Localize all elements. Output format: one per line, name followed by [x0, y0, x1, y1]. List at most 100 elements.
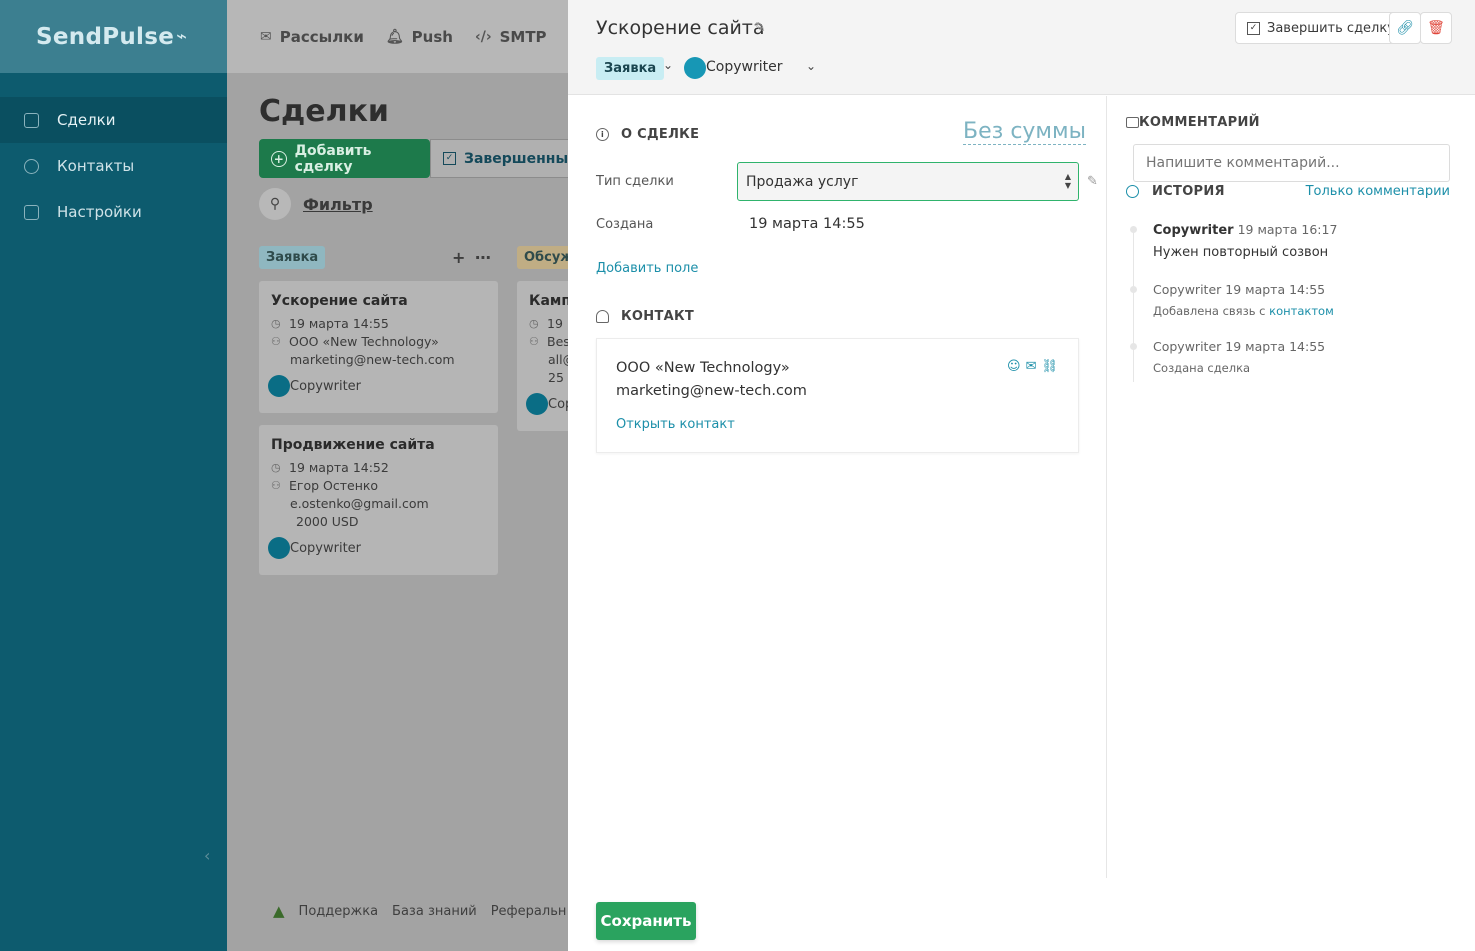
- card-title: Камп: [529, 293, 568, 309]
- footer-kb-link[interactable]: База знаний: [392, 904, 477, 919]
- code-icon: ‹/›: [474, 28, 492, 45]
- sidebar-item-contacts[interactable]: Контакты: [0, 143, 227, 189]
- collapse-sidebar-icon[interactable]: ‹: [204, 846, 210, 865]
- card-date: 19: [547, 316, 563, 331]
- deal-card[interactable]: Продвижение сайта ◷ 19 марта 14:52 ⚇ Его…: [259, 425, 498, 575]
- history-time: 19 марта 14:55: [1225, 282, 1326, 297]
- footer-support-link[interactable]: Поддержка: [299, 904, 379, 919]
- sidebar: SendPulse ⌁ Сделки Контакты Настройки ‹: [0, 0, 227, 951]
- chevron-down-icon[interactable]: ⌄: [663, 58, 673, 72]
- deal-card[interactable]: Камп ◷ 19 ⚇ Bes all@ 25 Cop: [517, 281, 568, 431]
- contact-card: ООО «New Technology» marketing@new-tech.…: [596, 338, 1079, 453]
- card-email: marketing@new-tech.com: [290, 352, 455, 367]
- logo-text: SendPulse: [36, 23, 175, 50]
- card-title: Продвижение сайта: [271, 437, 435, 453]
- add-icon[interactable]: +: [452, 248, 467, 267]
- delete-button[interactable]: 🗑︎: [1420, 12, 1452, 44]
- avatar: [268, 375, 290, 397]
- activity-column: КОММЕНТАРИЙ ИСТОРИЯ Только комментарии C…: [1108, 96, 1475, 878]
- comments-heading-label: КОММЕНТАРИЙ: [1139, 115, 1260, 130]
- chevron-down-icon[interactable]: ⌄: [806, 59, 816, 73]
- card-contact-row: ⚇ ООО «New Technology»: [271, 333, 486, 351]
- clock-icon: [1126, 185, 1139, 198]
- only-comments-link[interactable]: Только комментарии: [1306, 184, 1450, 199]
- comment-input[interactable]: [1133, 144, 1450, 182]
- topnav-label: Рассылки: [279, 27, 364, 46]
- comments-heading: КОММЕНТАРИЙ: [1126, 115, 1260, 130]
- card-date-row: ◷ 19: [529, 315, 568, 333]
- card-contact-row: ⚇ Егор Остенко: [271, 477, 486, 495]
- link-button[interactable]: 🔗︎: [1389, 12, 1421, 44]
- filter[interactable]: ⚲ Фильтр: [259, 188, 373, 220]
- person-icon: ⚇: [271, 479, 281, 492]
- history-entry-head: Copywriter 19 марта 16:17: [1153, 222, 1337, 238]
- trash-icon: 🗑︎: [1427, 20, 1445, 36]
- about-heading: i О СДЕЛКЕ: [596, 127, 699, 142]
- deal-details: i О СДЕЛКЕ Без суммы Тип сделки Продажа …: [568, 96, 1107, 878]
- logo[interactable]: SendPulse ⌁: [0, 0, 227, 73]
- footer-ref-link[interactable]: Реферальн: [491, 904, 567, 919]
- add-field-link[interactable]: Добавить поле: [596, 261, 698, 276]
- card-title: Ускорение сайта: [271, 293, 408, 309]
- card-date: 19 марта 14:52: [289, 460, 389, 475]
- chat-icon[interactable]: ☺: [1007, 359, 1021, 374]
- topnav-item-smtp[interactable]: ‹/› SMTP: [475, 28, 547, 46]
- sidebar-item-deals[interactable]: Сделки: [0, 97, 227, 143]
- pulse-icon: ⌁: [176, 26, 187, 47]
- topnav-label: SMTP: [499, 27, 547, 46]
- pencil-icon[interactable]: ✎: [754, 20, 766, 36]
- history-heading-label: ИСТОРИЯ: [1152, 184, 1225, 199]
- android-icon[interactable]: ▲: [273, 902, 285, 920]
- clock-icon: ◷: [271, 317, 281, 330]
- save-button[interactable]: Сохранить: [596, 902, 696, 940]
- created-label: Создана: [596, 217, 654, 232]
- sidebar-item-label: Сделки: [57, 111, 116, 129]
- more-icon[interactable]: ⋯: [475, 248, 493, 267]
- card-company: ООО «New Technology»: [289, 334, 439, 349]
- top-nav: ✉ Рассылки 🔔︎ Push ‹/› SMTP: [227, 0, 568, 73]
- history-entry-head: Copywriter 19 марта 14:55: [1153, 282, 1325, 297]
- completed-deals-button[interactable]: ✓ Завершенные: [430, 139, 568, 178]
- timeline-dot: [1130, 343, 1137, 350]
- history-entry-text: Создана сделка: [1153, 361, 1251, 375]
- deal-type-label: Тип сделки: [596, 174, 674, 189]
- contact-actions: ☺ ✉ ⛓: [1007, 359, 1058, 374]
- stage-badge[interactable]: Заявка: [596, 57, 665, 80]
- deal-card[interactable]: Ускорение сайта ◷ 19 марта 14:55 ⚇ ООО «…: [259, 281, 498, 413]
- clock-icon: ◷: [271, 461, 281, 474]
- person-icon: ⚇: [271, 335, 281, 348]
- owner-name[interactable]: Copywriter: [706, 59, 782, 75]
- deal-type-select[interactable]: Продажа услуг ▲ ▼: [737, 162, 1079, 201]
- card-amount: 2000 USD: [296, 514, 359, 529]
- avatar: [684, 57, 706, 79]
- checkbox-icon: ✓: [1247, 21, 1260, 35]
- history-time: 19 марта 16:17: [1237, 222, 1338, 237]
- sidebar-item-settings[interactable]: Настройки: [0, 189, 227, 235]
- topnav-item-campaigns[interactable]: ✉ Рассылки: [260, 28, 364, 46]
- card-owner: Copywriter: [268, 537, 486, 559]
- mail-icon: ✉: [260, 28, 272, 45]
- unlink-icon[interactable]: ⛓: [1041, 359, 1058, 374]
- finish-deal-button[interactable]: ✓ Завершить сделку: [1235, 12, 1407, 44]
- settings-icon: [24, 204, 39, 220]
- column-header-discussion: Обсуж: [517, 246, 568, 269]
- created-value: 19 марта 14:55: [749, 216, 865, 232]
- add-deal-button[interactable]: + Добавить сделку: [259, 139, 430, 178]
- deal-title: Ускорение сайта: [596, 17, 765, 39]
- contact-heading-label: КОНТАКТ: [621, 309, 695, 324]
- column-header-request: Заявка: [259, 246, 326, 269]
- add-deal-label: Добавить сделку: [294, 142, 372, 175]
- card-date-row: ◷ 19 марта 14:55: [271, 315, 486, 333]
- timeline-line: [1133, 226, 1134, 382]
- card-owner: Copywriter: [268, 375, 486, 397]
- deal-amount[interactable]: Без суммы: [963, 120, 1086, 145]
- open-contact-link[interactable]: Открыть контакт: [616, 417, 735, 432]
- info-icon: i: [596, 128, 609, 141]
- topnav-item-push[interactable]: 🔔︎ Push: [386, 28, 453, 46]
- contact-link[interactable]: контактом: [1269, 304, 1334, 318]
- history-author: Copywriter: [1153, 282, 1222, 297]
- mail-icon[interactable]: ✉: [1026, 359, 1037, 374]
- column-actions[interactable]: + ⋯: [452, 248, 493, 267]
- pencil-icon[interactable]: ✎: [1087, 174, 1098, 189]
- card-company: Bes: [547, 334, 568, 349]
